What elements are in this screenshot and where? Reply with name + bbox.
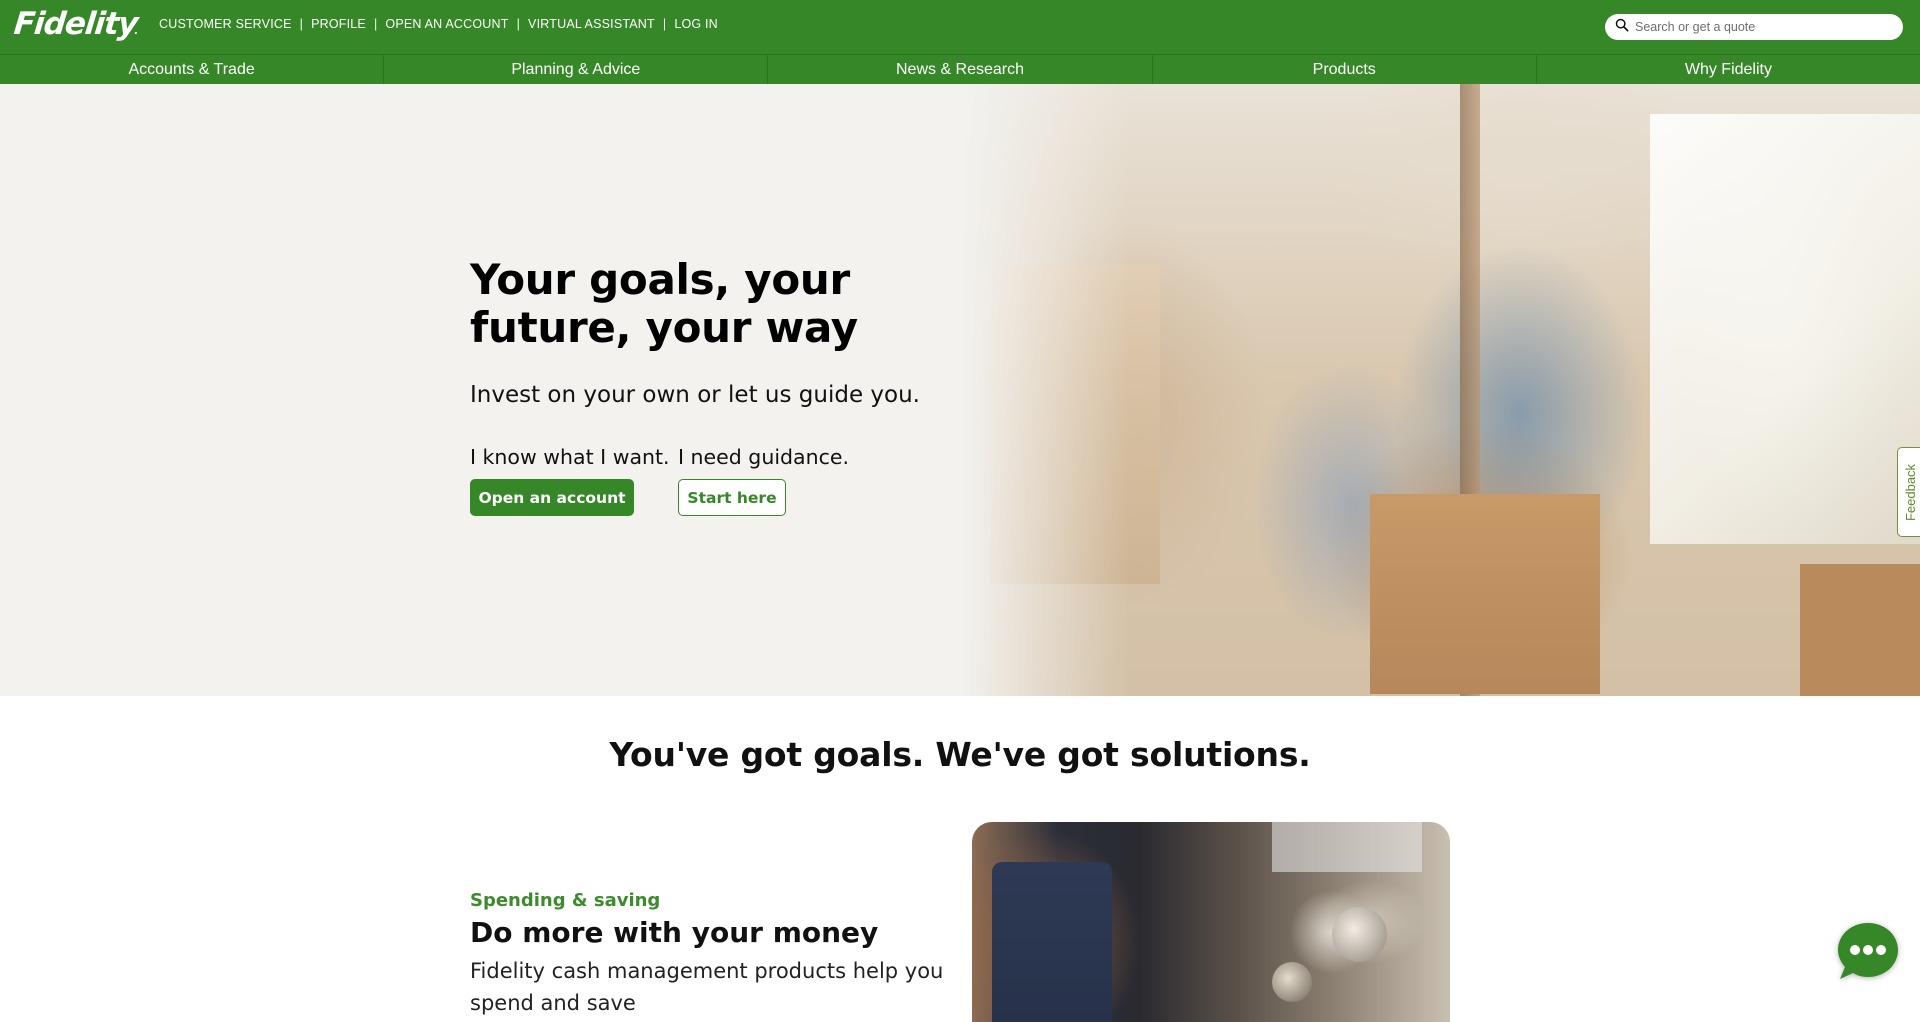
card-image-knob [1272, 962, 1312, 1002]
search-input[interactable] [1635, 20, 1895, 34]
hero-title: Your goals, your future, your way [470, 255, 858, 352]
search-box[interactable] [1605, 14, 1903, 40]
top-header: Fidelity. CUSTOMER SERVICE | PROFILE | O… [0, 0, 1920, 54]
hero-image [960, 84, 1920, 696]
log-in-link[interactable]: LOG IN [674, 17, 718, 31]
nav-planning-advice[interactable]: Planning & Advice [384, 55, 769, 84]
logo-dot: . [133, 26, 138, 37]
feedback-tab[interactable]: Feedback [1897, 447, 1920, 537]
separator: | [662, 17, 667, 31]
card-body: Fidelity cash management products help y… [470, 959, 944, 1015]
open-an-account-button[interactable]: Open an account [470, 479, 634, 516]
hero-subtitle: Invest on your own or let us guide you. [470, 382, 920, 408]
utility-nav: CUSTOMER SERVICE | PROFILE | OPEN AN ACC… [159, 17, 718, 31]
main-nav: Accounts & Trade Planning & Advice News … [0, 54, 1920, 84]
hero-image-fade [960, 84, 1130, 696]
card-image [972, 822, 1450, 1022]
start-here-button[interactable]: Start here [678, 479, 786, 516]
fidelity-logo[interactable]: Fidelity. [12, 6, 140, 42]
card-image-glassware [1272, 822, 1422, 872]
guidance-option: I need guidance. Start here [678, 445, 849, 516]
search-icon[interactable] [1615, 18, 1629, 37]
feedback-label: Feedback [1903, 463, 1918, 521]
guidance-lead: I need guidance. [678, 445, 849, 469]
separator: | [373, 17, 378, 31]
customer-service-link[interactable]: CUSTOMER SERVICE [159, 17, 292, 31]
separator: | [299, 17, 304, 31]
self-directed-lead: I know what I want. [470, 445, 670, 469]
self-directed-option: I know what I want. Open an account [470, 445, 670, 516]
hero-image-window [1650, 114, 1920, 544]
hero-banner: Your goals, your future, your way Invest… [0, 84, 1920, 696]
virtual-assistant-link[interactable]: VIRTUAL ASSISTANT [528, 17, 655, 31]
goals-heading: You've got goals. We've got solutions. [609, 735, 1311, 774]
chat-button[interactable] [1836, 919, 1900, 983]
separator: | [516, 17, 521, 31]
profile-link[interactable]: PROFILE [311, 17, 366, 31]
nav-news-research[interactable]: News & Research [768, 55, 1153, 84]
hero-image-box [1800, 564, 1920, 696]
card-image-apron [992, 862, 1112, 1022]
card-image-knob [1332, 907, 1387, 962]
nav-why-fidelity[interactable]: Why Fidelity [1537, 55, 1920, 84]
logo-text: Fidelity [12, 6, 140, 42]
nav-accounts-trade[interactable]: Accounts & Trade [0, 55, 385, 84]
card-category[interactable]: Spending & saving [470, 890, 660, 911]
hero-image-box [1370, 494, 1600, 694]
card-title: Do more with your money [470, 916, 879, 949]
chat-bubble-icon [1838, 923, 1898, 979]
nav-products[interactable]: Products [1153, 55, 1537, 84]
open-an-account-link[interactable]: OPEN AN ACCOUNT [385, 17, 508, 31]
